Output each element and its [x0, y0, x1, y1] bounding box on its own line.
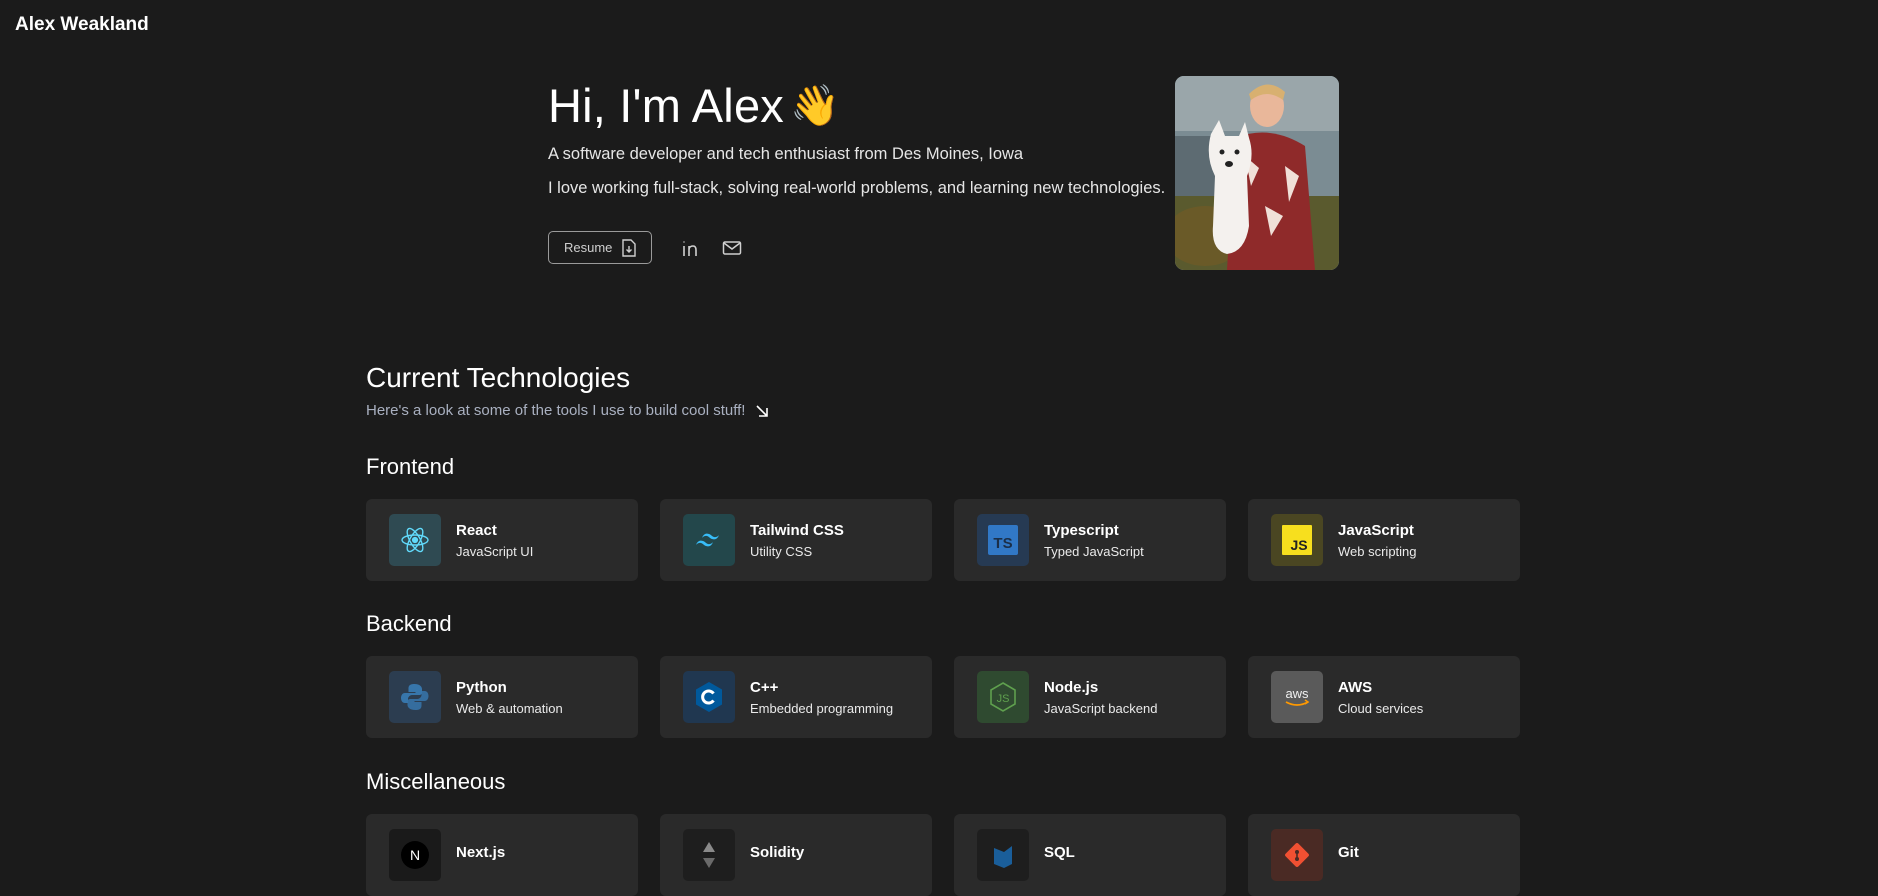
category-frontend-heading: Frontend: [366, 454, 455, 479]
tech-card-typescript[interactable]: TS Typescript Typed JavaScript: [954, 499, 1226, 581]
tech-name: SQL: [1044, 844, 1075, 861]
tech-card-javascript[interactable]: JS JavaScript Web scripting: [1248, 499, 1520, 581]
linkedin-icon[interactable]: [682, 239, 702, 257]
hero-actions: Resume: [548, 231, 742, 264]
wave-emoji: 👋: [789, 84, 840, 128]
aws-icon: aws: [1271, 671, 1323, 723]
profile-photo: [1175, 76, 1339, 270]
react-icon: [389, 514, 441, 566]
tech-card-tailwind[interactable]: Tailwind CSS Utility CSS: [660, 499, 932, 581]
tech-card-nodejs[interactable]: JS Node.js JavaScript backend: [954, 656, 1226, 738]
tech-desc: Web scripting: [1338, 543, 1417, 559]
hero-title: Hi, I'm Alex: [548, 79, 784, 132]
svg-text:TS: TS: [993, 535, 1012, 552]
mail-icon[interactable]: [722, 240, 742, 256]
frontend-grid: React JavaScript UI Tailwind CSS Utility C…: [366, 499, 1520, 581]
tech-desc: Utility CSS: [750, 543, 813, 559]
technologies-title: Current Technologies: [366, 362, 631, 393]
hero-line-2: I love working full-stack, solving real-…: [548, 179, 1166, 197]
javascript-icon: JS: [1271, 514, 1323, 566]
site-brand[interactable]: Alex Weakland: [15, 14, 149, 36]
arrow-down-right-icon: [756, 404, 769, 417]
tech-name: Next.js: [456, 844, 506, 861]
tech-name: Python: [456, 678, 507, 696]
tailwind-icon: [683, 514, 735, 566]
social-links: [682, 239, 742, 257]
subtitle-text: Here's a look at some of the tools I use…: [366, 402, 746, 419]
nextjs-icon: N: [389, 829, 441, 881]
tech-desc: JavaScript backend: [1044, 700, 1158, 716]
tech-card-cpp[interactable]: C++ Embedded programming: [660, 656, 932, 738]
tech-name: Solidity: [750, 844, 805, 861]
tech-name: Tailwind CSS: [750, 521, 844, 539]
tech-desc: Embedded programming: [750, 700, 894, 716]
technologies-section: Current Technologies Here's a look at so…: [366, 360, 1521, 896]
backend-grid: Python Web & automation C++ Embedded progr…: [366, 656, 1520, 738]
category-backend-heading: Backend: [366, 611, 452, 636]
tech-card-nextjs[interactable]: N Next.js: [366, 814, 638, 896]
resume-label: Resume: [564, 240, 613, 255]
tech-name: React: [456, 521, 497, 539]
misc-grid: N Next.js Solidity SQL Git: [366, 814, 1520, 896]
tech-desc: Typed JavaScript: [1044, 543, 1144, 559]
tech-desc: JavaScript UI: [456, 543, 534, 559]
category-misc-heading: Miscellaneous: [366, 769, 506, 794]
tech-desc: Cloud services: [1338, 700, 1424, 716]
cpp-icon: [683, 671, 735, 723]
svg-text:JS: JS: [997, 693, 1010, 705]
nodejs-icon: JS: [977, 671, 1029, 723]
resume-button[interactable]: Resume: [548, 231, 653, 264]
tech-card-python[interactable]: Python Web & automation: [366, 656, 638, 738]
tech-card-react[interactable]: React JavaScript UI: [366, 499, 638, 581]
svg-text:aws: aws: [1285, 686, 1309, 701]
tech-desc: Web & automation: [456, 700, 563, 716]
tech-card-solidity[interactable]: Solidity: [660, 814, 932, 896]
hero-line-1: A software developer and tech enthusiast…: [548, 145, 1024, 163]
tech-card-git[interactable]: Git: [1248, 814, 1520, 896]
technologies-subtitle: Here's a look at some of the tools I use…: [366, 402, 1521, 419]
tech-name: AWS: [1338, 678, 1373, 696]
solidity-icon: [683, 829, 735, 881]
python-icon: [389, 671, 441, 723]
git-icon: [1271, 829, 1323, 881]
tech-name: C++: [750, 678, 779, 696]
tech-name: Git: [1338, 844, 1359, 861]
typescript-icon: TS: [977, 514, 1029, 566]
sql-icon: [977, 829, 1029, 881]
tech-name: JavaScript: [1338, 521, 1414, 539]
tech-card-aws[interactable]: aws AWS Cloud services: [1248, 656, 1520, 738]
download-file-icon: [622, 238, 637, 257]
svg-text:JS: JS: [1290, 537, 1307, 553]
tech-name: Typescript: [1044, 521, 1119, 539]
tech-card-sql[interactable]: SQL: [954, 814, 1226, 896]
tech-name: Node.js: [1044, 678, 1099, 696]
